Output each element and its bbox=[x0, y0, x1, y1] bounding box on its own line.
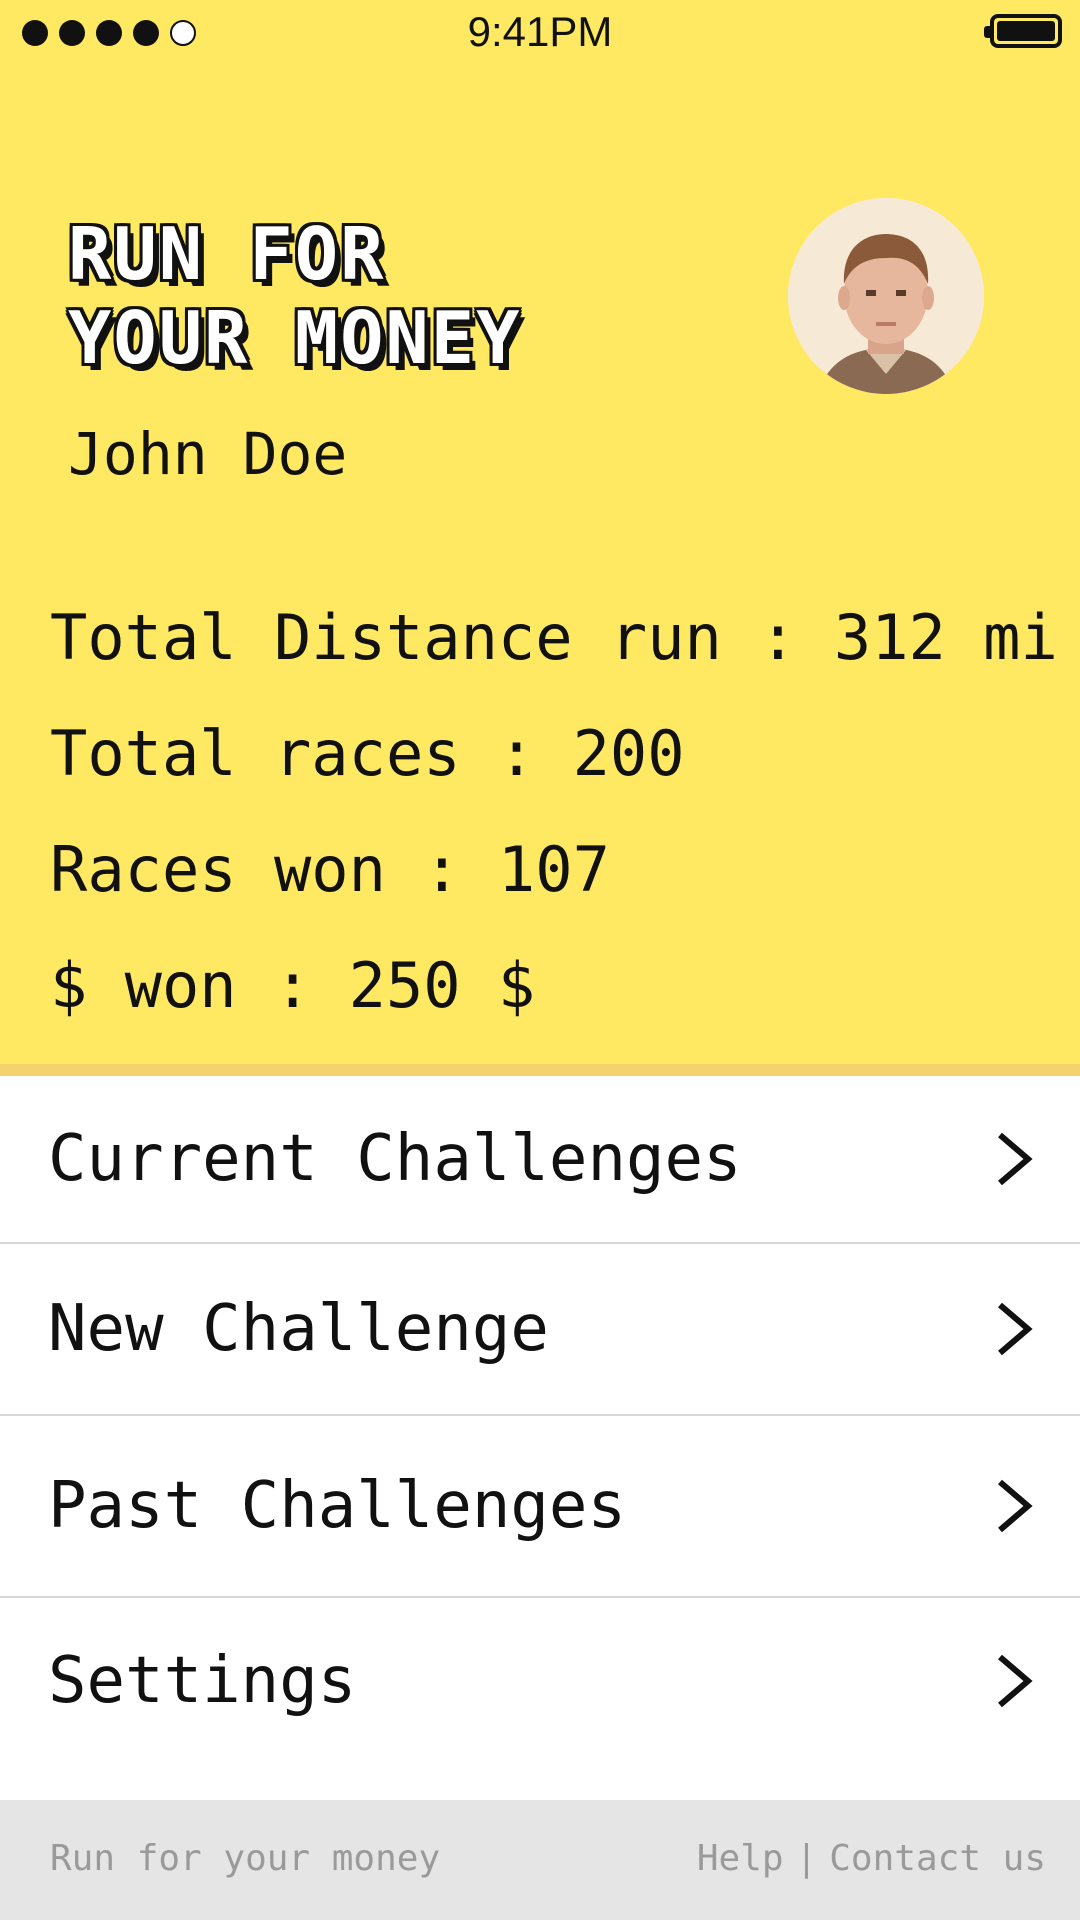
chevron-right-icon bbox=[998, 1132, 1033, 1186]
menu-item-label: Past Challenges bbox=[48, 1469, 626, 1543]
battery-icon bbox=[984, 14, 1062, 48]
footer-separator: | bbox=[795, 1838, 818, 1879]
stat-money-won: $ won : 250 $ bbox=[50, 949, 536, 1022]
stat-total-races: Total races : 200 bbox=[50, 717, 685, 790]
footer-links: Help | Contact us bbox=[697, 1838, 1046, 1879]
menu-item-settings[interactable]: Settings bbox=[0, 1598, 1080, 1764]
menu-item-label: Current Challenges bbox=[48, 1122, 742, 1196]
help-link[interactable]: Help bbox=[697, 1838, 784, 1879]
menu-item-new-challenge[interactable]: New Challenge bbox=[0, 1244, 1080, 1416]
menu-item-past-challenges[interactable]: Past Challenges bbox=[0, 1416, 1080, 1598]
chevron-right-icon bbox=[998, 1302, 1033, 1356]
menu-item-current-challenges[interactable]: Current Challenges bbox=[0, 1076, 1080, 1244]
user-name: John Doe bbox=[68, 420, 348, 488]
stat-total-distance: Total Distance run : 312 mi bbox=[50, 601, 1058, 674]
stats-list: Total Distance run : 312 mi Total races … bbox=[50, 600, 1058, 1064]
avatar[interactable] bbox=[788, 198, 984, 394]
user-avatar-icon bbox=[788, 198, 984, 394]
status-bar: 9:41PM bbox=[0, 0, 1080, 64]
chevron-right-icon bbox=[998, 1654, 1033, 1708]
app-title-line-1: RUN FOR bbox=[68, 212, 386, 296]
menu-item-label: Settings bbox=[48, 1644, 357, 1718]
app-title: RUN FOR YOUR MONEY bbox=[68, 212, 768, 380]
menu-list: Current Challenges New Challenge Past Ch… bbox=[0, 1076, 1080, 1764]
app-title-line-2: YOUR MONEY bbox=[68, 296, 522, 380]
chevron-right-icon bbox=[998, 1479, 1033, 1533]
contact-us-link[interactable]: Contact us bbox=[829, 1838, 1046, 1879]
battery-level bbox=[997, 21, 1055, 41]
menu-item-label: New Challenge bbox=[48, 1292, 549, 1366]
stat-races-won: Races won : 107 bbox=[50, 833, 610, 906]
status-time: 9:41PM bbox=[467, 8, 613, 55]
footer: Run for your money Help | Contact us bbox=[0, 1800, 1080, 1920]
footer-brand: Run for your money bbox=[50, 1838, 441, 1879]
profile-header: 9:41PM RUN FOR YOUR MONEY John Doe Total… bbox=[0, 0, 1080, 1076]
